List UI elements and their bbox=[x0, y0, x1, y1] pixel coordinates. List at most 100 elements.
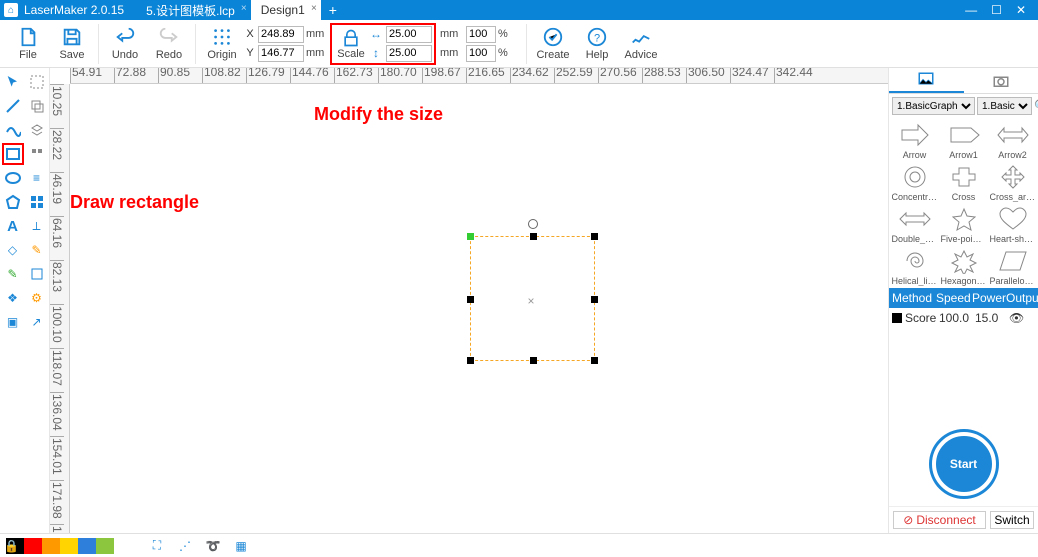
search-shapes-icon[interactable]: 🔍 bbox=[1034, 97, 1038, 115]
select-tool[interactable] bbox=[2, 71, 24, 93]
redo-button[interactable]: Redo bbox=[147, 22, 191, 66]
save-button[interactable]: Save bbox=[50, 22, 94, 66]
resize-handle-s[interactable] bbox=[530, 357, 537, 364]
nodes-icon[interactable]: ⋰ bbox=[174, 536, 196, 556]
resize-handle-e[interactable] bbox=[591, 296, 598, 303]
resize-handle-sw[interactable] bbox=[467, 357, 474, 364]
close-icon[interactable]: × bbox=[311, 3, 317, 14]
shape-concentric_...[interactable]: Concentric_... bbox=[891, 162, 938, 202]
ruler-horizontal: 54.9172.8890.85108.82126.79144.76162.731… bbox=[70, 68, 888, 84]
height-percent-input[interactable] bbox=[466, 45, 496, 62]
ellipse-tool[interactable] bbox=[2, 167, 24, 189]
unit-pct: % bbox=[498, 47, 522, 59]
create-icon bbox=[542, 26, 564, 48]
shape-cross_arrow[interactable]: Cross_arrow bbox=[989, 162, 1036, 202]
shape-arrow1[interactable]: Arrow1 bbox=[940, 120, 987, 160]
curve-tool[interactable] bbox=[2, 119, 24, 141]
origin-button[interactable]: Origin bbox=[200, 22, 244, 66]
shapes-tab[interactable] bbox=[889, 68, 964, 93]
svg-text:?: ? bbox=[594, 33, 600, 45]
star-tool[interactable]: ◇ bbox=[2, 239, 24, 261]
tab-add[interactable]: + bbox=[321, 0, 345, 20]
tab-template[interactable]: 5.设计图模板.lcp × bbox=[136, 0, 251, 20]
resize-handle-n[interactable] bbox=[530, 233, 537, 240]
switch-button[interactable]: Switch bbox=[990, 511, 1034, 529]
shape-double_arrow[interactable]: Double_arrow bbox=[891, 204, 938, 244]
shape-helical_line[interactable]: Helical_line bbox=[891, 246, 938, 286]
shape-arrow2[interactable]: Arrow2 bbox=[989, 120, 1036, 160]
grid-icon[interactable]: ▦ bbox=[230, 536, 252, 556]
rectangle-tool[interactable] bbox=[2, 143, 24, 165]
col-speed: Speed bbox=[933, 291, 969, 305]
category-select-1[interactable]: 1.BasicGraph bbox=[892, 97, 975, 115]
close-window-icon[interactable]: ✕ bbox=[1016, 3, 1026, 17]
shape-cross[interactable]: Cross bbox=[940, 162, 987, 202]
width-percent-input[interactable] bbox=[466, 26, 496, 43]
shape-hexagonal_...[interactable]: Hexagonal_... bbox=[940, 246, 987, 286]
box-tool[interactable] bbox=[26, 263, 48, 285]
resize-handle-se[interactable] bbox=[591, 357, 598, 364]
scale-highlight: Scale ↔ ↕ bbox=[330, 23, 436, 65]
selected-rectangle[interactable]: × bbox=[470, 236, 595, 361]
col-output: Output bbox=[1003, 291, 1038, 305]
help-button[interactable]: ? Help bbox=[575, 22, 619, 66]
pen-tool[interactable]: ✎ bbox=[2, 263, 24, 285]
line-tool[interactable] bbox=[2, 95, 24, 117]
color-swatch[interactable] bbox=[42, 538, 60, 554]
category-select-2[interactable]: 1.Basic bbox=[977, 97, 1032, 115]
color-swatch[interactable] bbox=[78, 538, 96, 554]
tab-label: Design1 bbox=[261, 3, 305, 17]
disconnect-button[interactable]: ⊘Disconnect bbox=[893, 511, 986, 529]
width-input[interactable] bbox=[386, 26, 432, 43]
copy-tool[interactable] bbox=[26, 95, 48, 117]
transform-icon[interactable]: ⛶ bbox=[146, 536, 168, 556]
color-swatch[interactable] bbox=[96, 538, 114, 554]
trace-tool[interactable]: ✎ bbox=[26, 239, 48, 261]
shape-tool[interactable]: ❖ bbox=[2, 287, 24, 309]
lock-corner-icon[interactable]: 🔒 bbox=[4, 539, 19, 553]
shape-five-pointe...[interactable]: Five-pointe... bbox=[940, 204, 987, 244]
layer-row[interactable]: Score 100.0 15.0 👁 bbox=[889, 308, 1038, 328]
x-input[interactable] bbox=[258, 26, 304, 43]
resize-handle-ne[interactable] bbox=[591, 233, 598, 240]
height-input[interactable] bbox=[386, 45, 432, 62]
minimize-icon[interactable]: — bbox=[965, 3, 977, 17]
path-icon[interactable]: ➰ bbox=[202, 536, 224, 556]
width-icon: ↔ bbox=[368, 26, 384, 42]
gear-tool[interactable]: ⚙ bbox=[26, 287, 48, 309]
layer-output-icon[interactable]: 👁 bbox=[1009, 311, 1038, 325]
canvas[interactable]: Modify the size Draw rectangle × bbox=[70, 84, 888, 533]
export-tool[interactable]: ↗ bbox=[26, 311, 48, 333]
origin-handle[interactable] bbox=[467, 233, 474, 240]
undo-button[interactable]: Undo bbox=[103, 22, 147, 66]
shape-arrow[interactable]: Arrow bbox=[891, 120, 938, 160]
color-swatch[interactable] bbox=[24, 538, 42, 554]
start-button[interactable]: Start bbox=[932, 432, 996, 496]
file-button[interactable]: File bbox=[6, 22, 50, 66]
center-marker-icon: × bbox=[528, 294, 535, 308]
shape-preview-icon bbox=[994, 246, 1032, 276]
scale-lock-button[interactable]: Scale bbox=[334, 28, 368, 60]
text-tool[interactable]: A bbox=[2, 215, 24, 237]
resize-handle-w[interactable] bbox=[467, 296, 474, 303]
marquee-tool[interactable] bbox=[26, 71, 48, 93]
maximize-icon[interactable]: ☐ bbox=[991, 3, 1002, 17]
y-input[interactable] bbox=[258, 45, 304, 62]
tab-design1[interactable]: Design1 × bbox=[251, 0, 321, 20]
align-tool[interactable] bbox=[26, 143, 48, 165]
measure-tool[interactable]: ⟂ bbox=[26, 215, 48, 237]
layer-speed: 100.0 bbox=[939, 311, 975, 325]
grid-tool[interactable] bbox=[26, 191, 48, 213]
advice-button[interactable]: Advice bbox=[619, 22, 663, 66]
layers-tool[interactable] bbox=[26, 119, 48, 141]
shape-heart-shaped[interactable]: Heart-shaped bbox=[989, 204, 1036, 244]
create-button[interactable]: Create bbox=[531, 22, 575, 66]
list-tool[interactable]: ≡ bbox=[26, 167, 48, 189]
rotate-handle[interactable] bbox=[528, 219, 538, 229]
polygon-tool[interactable] bbox=[2, 191, 24, 213]
shape-parallelogram[interactable]: Parallelogram bbox=[989, 246, 1036, 286]
close-icon[interactable]: × bbox=[241, 3, 247, 14]
color-swatch[interactable] bbox=[60, 538, 78, 554]
image-tool[interactable]: ▣ bbox=[2, 311, 24, 333]
camera-tab[interactable] bbox=[964, 68, 1038, 93]
